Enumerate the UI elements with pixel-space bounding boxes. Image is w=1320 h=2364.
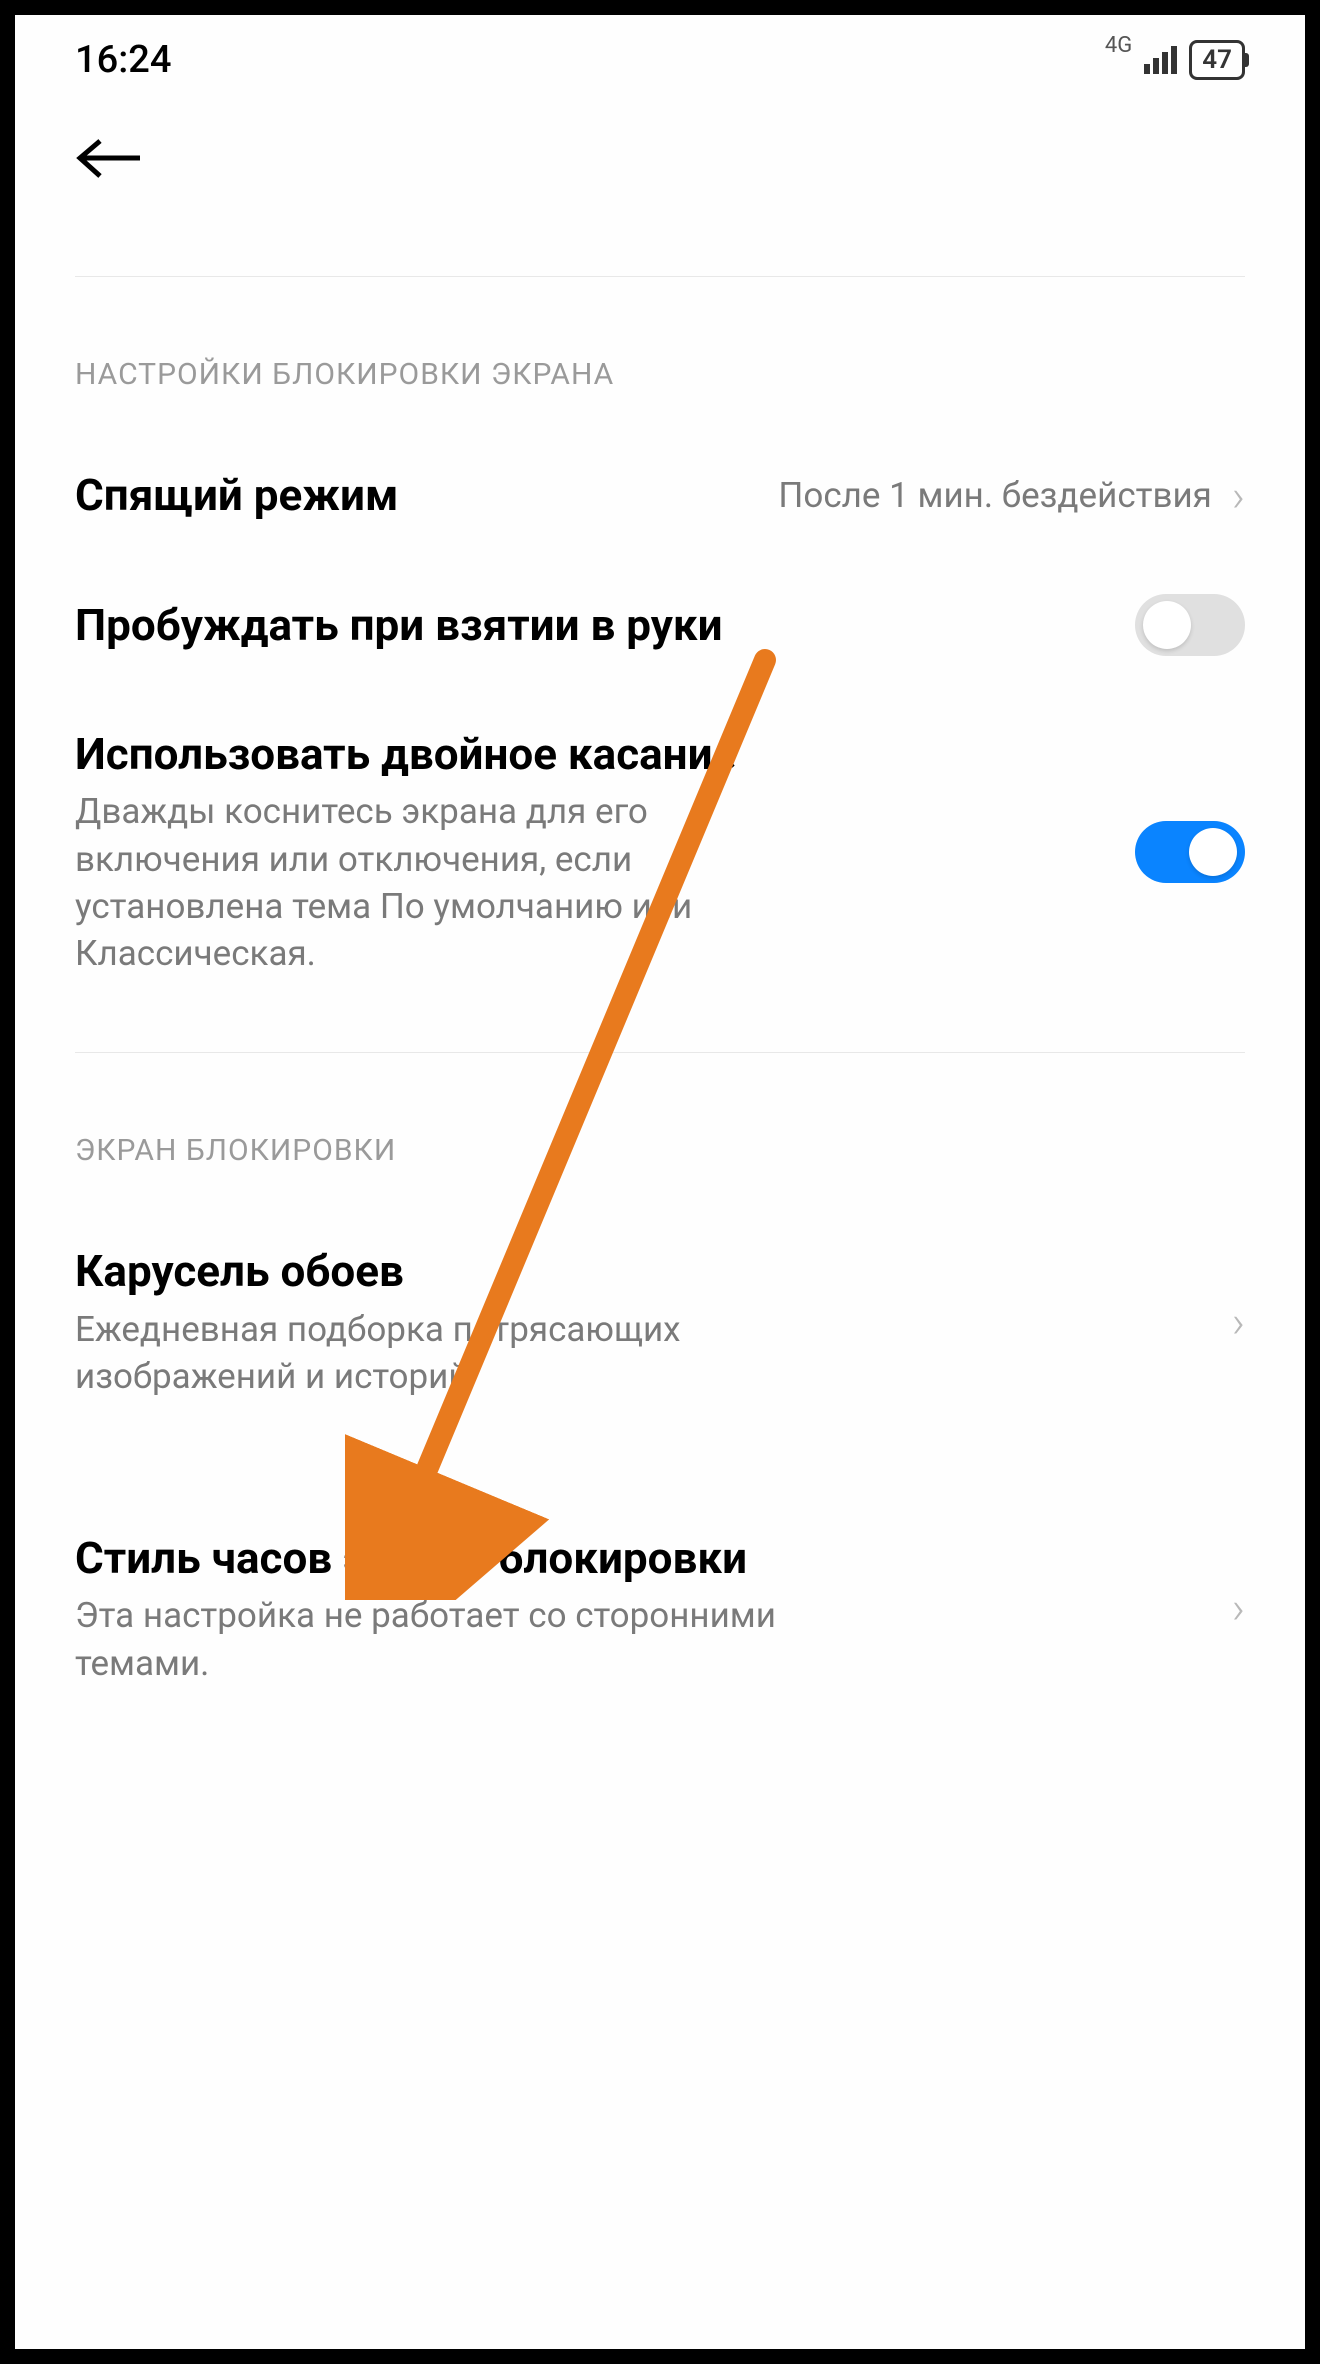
- battery-icon: 47: [1189, 40, 1245, 80]
- chevron-right-icon: ›: [1232, 1582, 1245, 1634]
- clock-style-title: Стиль часов экрана блокировки: [75, 1530, 1232, 1587]
- section-header-lock-settings: НАСТРОЙКИ БЛОКИРОВКИ ЭКРАНА: [15, 277, 1305, 432]
- row-wake-on-pickup[interactable]: Пробуждать при взятии в руки: [15, 559, 1305, 691]
- chevron-right-icon: ›: [1232, 470, 1245, 522]
- double-tap-title: Использовать двойное касание: [75, 726, 1135, 783]
- back-arrow-icon[interactable]: [75, 125, 145, 196]
- signal-icon: [1144, 46, 1177, 74]
- sleep-mode-title: Спящий режим: [75, 467, 778, 524]
- wake-on-pickup-title: Пробуждать при взятии в руки: [75, 597, 1135, 654]
- carousel-subtitle: Ежедневная подборка потрясающих изображе…: [75, 1306, 795, 1401]
- carousel-title: Карусель обоев: [75, 1243, 1232, 1300]
- status-time: 16:24: [75, 38, 171, 82]
- double-tap-toggle[interactable]: [1135, 821, 1245, 883]
- sleep-mode-value: После 1 мин. бездействия: [778, 475, 1211, 517]
- status-bar: 16:24 4G 47: [15, 15, 1305, 95]
- row-clock-style[interactable]: Стиль часов экрана блокировки Эта настро…: [15, 1495, 1305, 1722]
- network-4g-icon: 4G: [1105, 33, 1132, 58]
- row-wallpaper-carousel[interactable]: Карусель обоев Ежедневная подборка потря…: [15, 1208, 1305, 1435]
- wake-on-pickup-toggle[interactable]: [1135, 594, 1245, 656]
- row-double-tap[interactable]: Использовать двойное касание Дважды косн…: [15, 691, 1305, 1012]
- double-tap-subtitle: Дважды коснитесь экрана для его включени…: [75, 788, 795, 977]
- battery-level: 47: [1202, 45, 1232, 75]
- status-right: 4G 47: [1105, 40, 1245, 80]
- clock-style-subtitle: Эта настройка не работает со сторонними …: [75, 1592, 795, 1687]
- row-sleep-mode[interactable]: Спящий режим После 1 мин. бездействия ›: [15, 432, 1305, 559]
- chevron-right-icon: ›: [1232, 1296, 1245, 1348]
- section-header-lock-screen: ЭКРАН БЛОКИРОВКИ: [15, 1053, 1305, 1208]
